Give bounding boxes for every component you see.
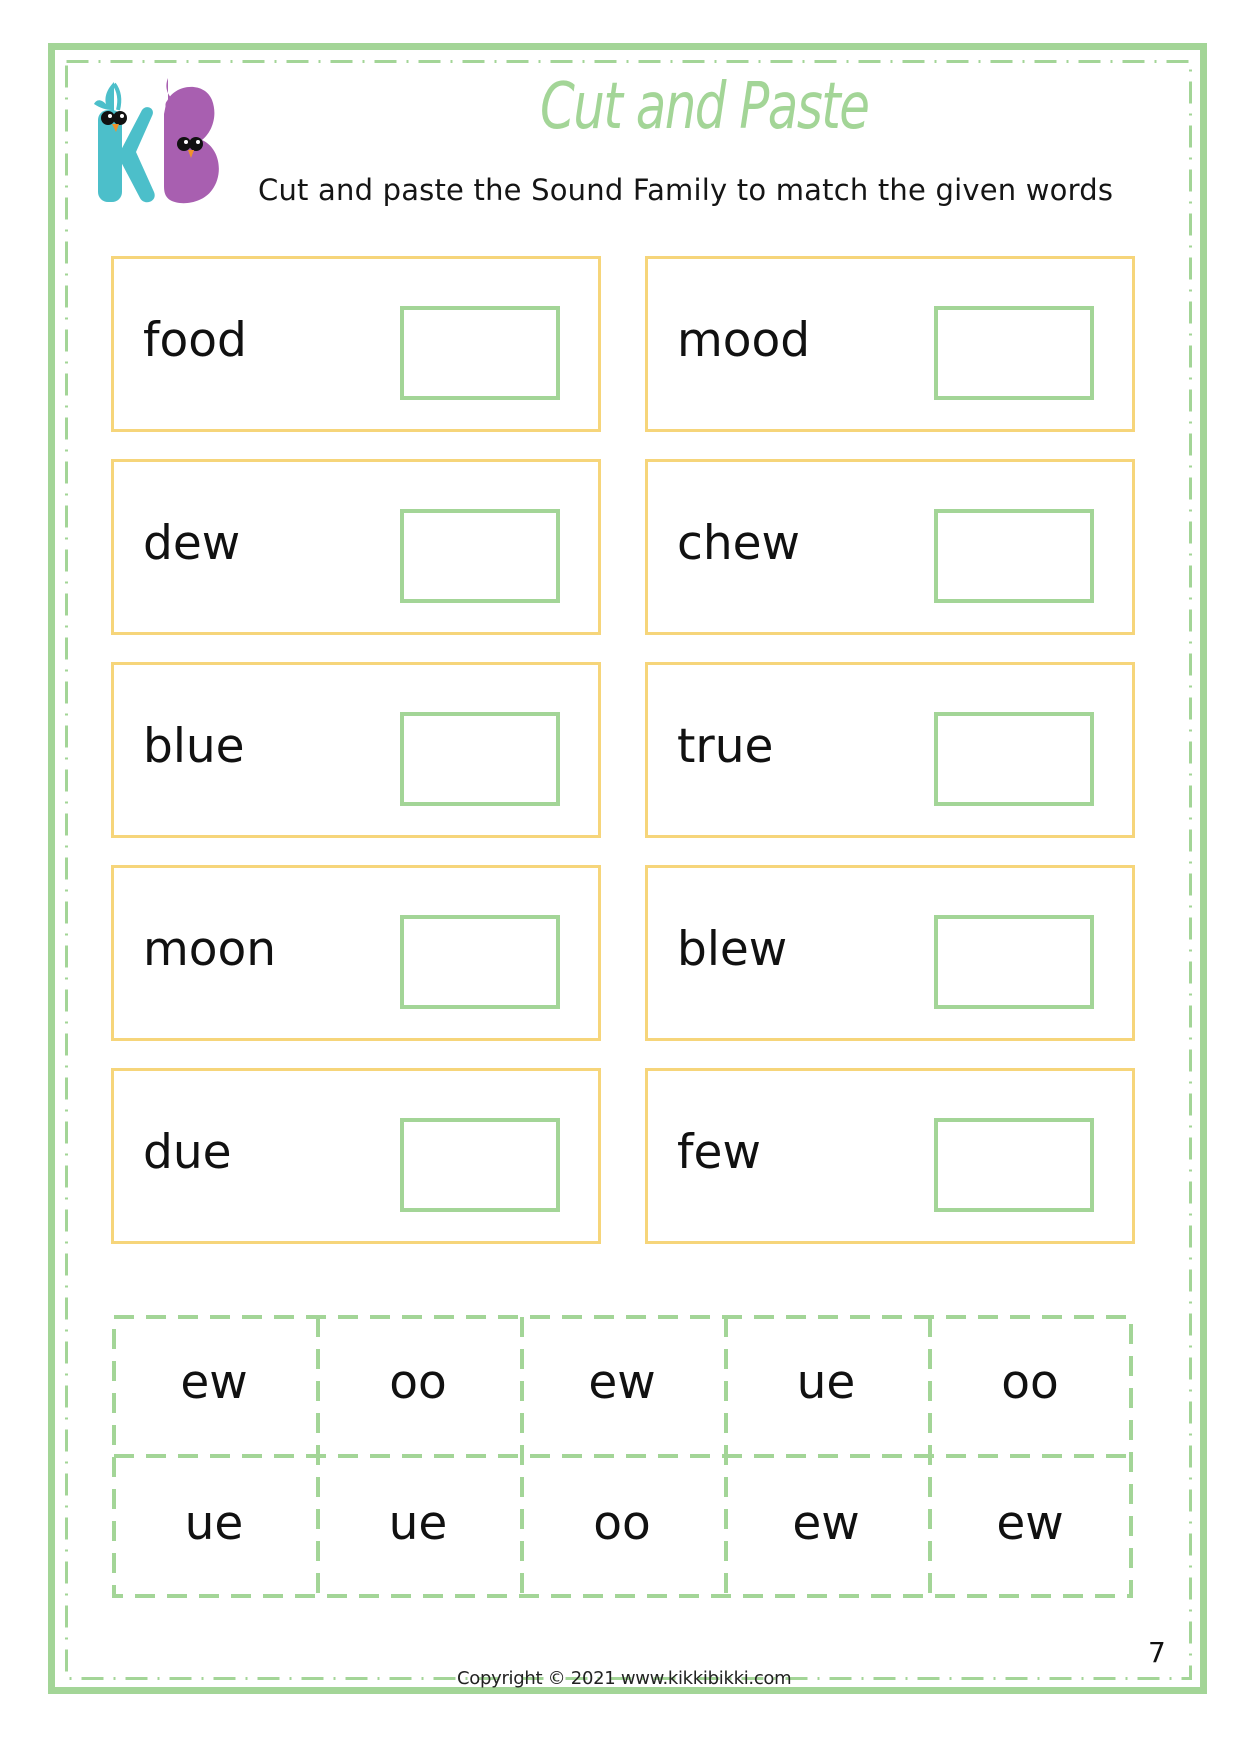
word-card-mood: mood xyxy=(645,256,1135,432)
paste-target-box[interactable] xyxy=(934,509,1094,603)
sound-tile[interactable]: ew xyxy=(112,1315,316,1456)
word-label: mood xyxy=(677,313,811,369)
word-card-blew: blew xyxy=(645,865,1135,1041)
word-card-food: food xyxy=(111,256,601,432)
word-card-chew: chew xyxy=(645,459,1135,635)
paste-target-box[interactable] xyxy=(400,306,560,400)
word-card-due: due xyxy=(111,1068,601,1244)
word-card-dew: dew xyxy=(111,459,601,635)
kikkibikki-logo xyxy=(84,74,244,208)
paste-target-box[interactable] xyxy=(934,306,1094,400)
sound-tile[interactable]: ew xyxy=(724,1456,928,1597)
sound-family-cutout-grid: ew oo ew ue oo ue ue oo ew ew xyxy=(112,1315,1133,1598)
paste-target-box[interactable] xyxy=(934,1118,1094,1212)
sound-tile[interactable]: ew xyxy=(928,1456,1132,1597)
sound-tile[interactable]: oo xyxy=(928,1315,1132,1456)
page-number: 7 xyxy=(1148,1636,1166,1669)
word-label: moon xyxy=(143,922,277,978)
word-label: dew xyxy=(143,516,241,572)
copyright-footer: Copyright © 2021 www.kikkibikki.com xyxy=(457,1668,792,1689)
word-label: chew xyxy=(677,516,800,572)
paste-target-box[interactable] xyxy=(400,915,560,1009)
paste-target-box[interactable] xyxy=(400,509,560,603)
page-title: Cut and Paste xyxy=(540,70,870,144)
word-label: true xyxy=(677,719,774,775)
word-label: food xyxy=(143,313,247,369)
paste-target-box[interactable] xyxy=(400,1118,560,1212)
word-label: blew xyxy=(677,922,788,978)
sound-tile[interactable]: oo xyxy=(316,1315,520,1456)
word-card-blue: blue xyxy=(111,662,601,838)
instructions: Cut and paste the Sound Family to match … xyxy=(258,173,1114,207)
sound-tile[interactable]: ue xyxy=(316,1456,520,1597)
word-card-few: few xyxy=(645,1068,1135,1244)
sound-tile[interactable]: oo xyxy=(520,1456,724,1597)
paste-target-box[interactable] xyxy=(934,915,1094,1009)
logo-k-icon xyxy=(94,82,155,203)
word-card-moon: moon xyxy=(111,865,601,1041)
word-card-true: true xyxy=(645,662,1135,838)
paste-target-box[interactable] xyxy=(400,712,560,806)
word-label: due xyxy=(143,1125,232,1181)
sound-tile[interactable]: ue xyxy=(112,1456,316,1597)
sound-tile[interactable]: ew xyxy=(520,1315,724,1456)
word-label: few xyxy=(677,1125,761,1181)
paste-target-box[interactable] xyxy=(934,712,1094,806)
sound-tile[interactable]: ue xyxy=(724,1315,928,1456)
logo-b-icon xyxy=(164,78,219,204)
word-label: blue xyxy=(143,719,245,775)
